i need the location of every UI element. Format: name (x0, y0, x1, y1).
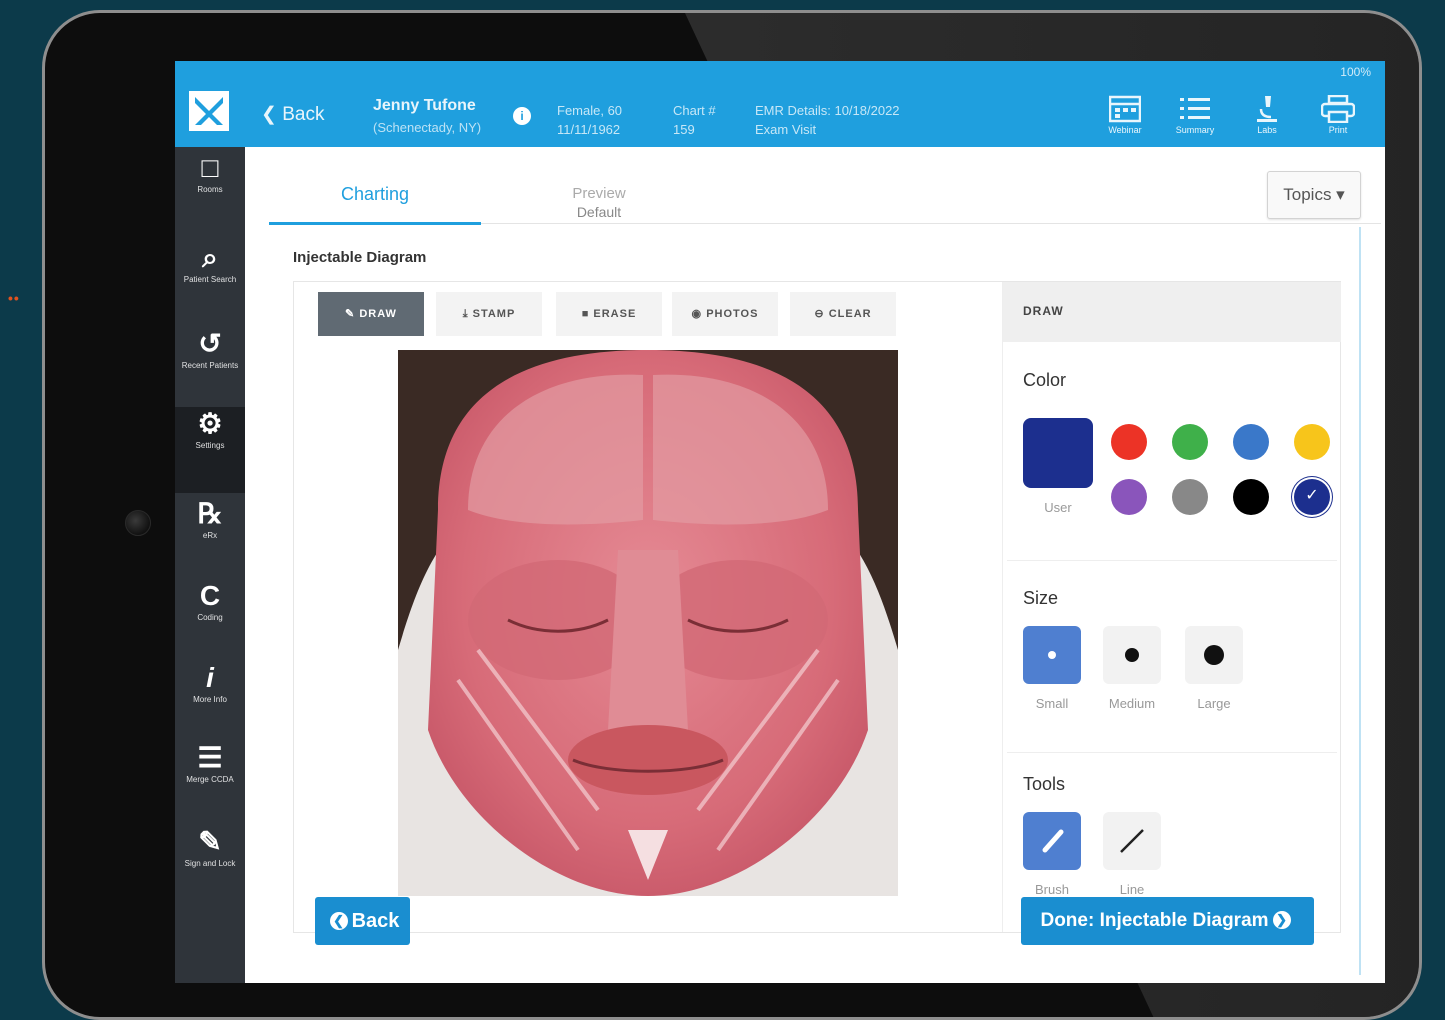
app-logo[interactable] (189, 91, 229, 131)
divider (1007, 752, 1337, 753)
color-swatch-navy-selected[interactable]: ✓ (1294, 479, 1330, 515)
clear-tool-button[interactable]: ⊖ CLEAR (790, 292, 896, 336)
header-bar: 100% ❮ Back Jenny Tufone (Schenectady, N… (175, 61, 1385, 147)
camera-icon: ◉ (691, 308, 707, 320)
chevron-left-circle-icon: ❮ (329, 912, 348, 930)
diagram-panel: ✎ DRAW ⤓ STAMP ■ ERASE ◉ PHOTOS ⊖ CLEAR (293, 281, 1341, 933)
info-italic-icon: i (206, 662, 214, 693)
size-label: Size (1023, 588, 1059, 608)
sidebar-item-recent-patients[interactable]: ↺ Recent Patients (175, 327, 245, 413)
size-small-button[interactable] (1023, 626, 1081, 684)
tablet-frame: 100% ❮ Back Jenny Tufone (Schenectady, N… (42, 10, 1422, 1020)
app-screen: 100% ❮ Back Jenny Tufone (Schenectady, N… (175, 61, 1385, 983)
coding-icon: C (199, 580, 221, 611)
color-swatch-yellow[interactable] (1294, 424, 1330, 460)
sidebar-item-sign-and-lock[interactable]: ✎ Sign and Lock (175, 825, 245, 911)
gear-icon: ⚙ (197, 408, 223, 439)
draw-options-panel: DRAW Color User ✓ Size Small Medium Larg… (1002, 282, 1341, 932)
printer-icon (1321, 95, 1355, 123)
small-dot-icon (1048, 651, 1056, 659)
clipboard-icon: ☰ (197, 742, 223, 773)
tab-preview[interactable]: Preview Default (515, 185, 683, 221)
back-button[interactable]: ❮ Back (315, 897, 410, 945)
list-icon (1180, 98, 1210, 119)
line-icon (1120, 829, 1144, 853)
face-muscle-diagram[interactable] (398, 350, 898, 896)
stamp-tool-button[interactable]: ⤓ STAMP (436, 292, 542, 336)
back-nav-button[interactable]: ❮ Back (261, 103, 324, 126)
size-medium-button[interactable] (1103, 626, 1161, 684)
brush-icon (1042, 829, 1064, 853)
erase-tool-button[interactable]: ■ ERASE (556, 292, 662, 336)
decorative-dots: •• (8, 290, 20, 306)
clear-circle-icon: ⊖ (814, 308, 829, 320)
color-swatch-green[interactable] (1172, 424, 1208, 460)
brush-tool-option[interactable] (1023, 812, 1081, 870)
summary-button[interactable]: Summary (1170, 95, 1220, 135)
tools-label: Tools (1023, 774, 1066, 794)
section-title: Injectable Diagram (293, 249, 427, 266)
emr-details[interactable]: EMR Details: 10/18/2022 Exam Visit (755, 101, 900, 139)
medium-dot-icon (1125, 648, 1139, 662)
size-large-button[interactable] (1185, 626, 1243, 684)
info-icon[interactable]: i (513, 107, 531, 125)
search-icon: ⌕ (202, 242, 218, 273)
sidebar: □ Rooms ⌕ Patient Search ↺ Recent Patients … (175, 147, 245, 983)
line-label: Line (1119, 882, 1145, 897)
sidebar-item-rooms[interactable]: □ Rooms (175, 151, 245, 237)
draw-icon: ✎ (345, 308, 360, 320)
demographics: Female, 60 11/11/1962 (557, 103, 623, 137)
chevron-right-circle-icon: ❯ (1272, 911, 1291, 929)
color-swatch-blue[interactable] (1233, 424, 1269, 460)
rx-icon: ℞ (197, 498, 223, 529)
color-swatch-purple[interactable] (1111, 479, 1147, 515)
pen-icon: ✎ (198, 826, 222, 857)
history-icon: ↺ (198, 328, 222, 359)
chevron-left-icon: ❮ (261, 104, 283, 125)
stamp-icon: ⤓ (462, 308, 473, 320)
sidebar-item-settings[interactable]: ⚙ Settings (175, 407, 245, 493)
print-button[interactable]: Print (1313, 95, 1363, 135)
chart-number: Chart # 159 (673, 103, 716, 137)
sidebar-item-more-info[interactable]: i More Info (175, 661, 245, 747)
tab-divider (481, 223, 1381, 224)
size-small-label: Small (1035, 696, 1069, 711)
patient-city: (Schenectady, NY) (373, 120, 482, 135)
topics-dropdown[interactable]: Topics ▾ (1267, 171, 1361, 219)
sidebar-item-erx[interactable]: ℞ eRx (175, 497, 245, 583)
main-content: Charting Preview Default Topics ▾ Inject… (245, 147, 1385, 983)
color-swatch-gray[interactable] (1172, 479, 1208, 515)
large-dot-icon (1204, 645, 1224, 665)
panel-header: DRAW (1003, 282, 1341, 342)
front-camera (125, 510, 151, 536)
eraser-icon: ■ (581, 308, 594, 320)
done-injectable-diagram-button[interactable]: Done: Injectable Diagram ❯ (1021, 897, 1314, 945)
sidebar-item-coding[interactable]: C Coding (175, 579, 245, 665)
divider (1007, 560, 1337, 561)
size-medium-label: Medium (1108, 696, 1156, 711)
user-color-swatch[interactable] (1023, 418, 1093, 488)
color-swatch-red[interactable] (1111, 424, 1147, 460)
patient-name[interactable]: Jenny Tufone (373, 97, 476, 115)
draw-tool-button[interactable]: ✎ DRAW (318, 292, 424, 336)
user-color-label: User (1044, 500, 1072, 515)
photos-tool-button[interactable]: ◉ PHOTOS (672, 292, 778, 336)
check-icon: ✓ (1305, 487, 1319, 504)
labs-button[interactable]: Labs (1242, 95, 1292, 135)
tab-charting[interactable]: Charting (269, 177, 481, 225)
brush-label: Brush (1035, 882, 1069, 897)
sidebar-item-patient-search[interactable]: ⌕ Patient Search (175, 241, 245, 327)
sidebar-item-merge-ccda[interactable]: ☰ Merge CCDA (175, 741, 245, 827)
color-swatch-black[interactable] (1233, 479, 1269, 515)
calendar-button[interactable]: Webinar (1100, 95, 1150, 135)
microscope-icon (1257, 96, 1277, 122)
size-large-label: Large (1197, 696, 1231, 711)
color-label: Color (1023, 370, 1067, 390)
calendar-icon (1109, 95, 1141, 123)
line-tool-option[interactable] (1103, 812, 1161, 870)
door-icon: □ (201, 152, 219, 183)
battery-status: 100% (1340, 65, 1371, 79)
